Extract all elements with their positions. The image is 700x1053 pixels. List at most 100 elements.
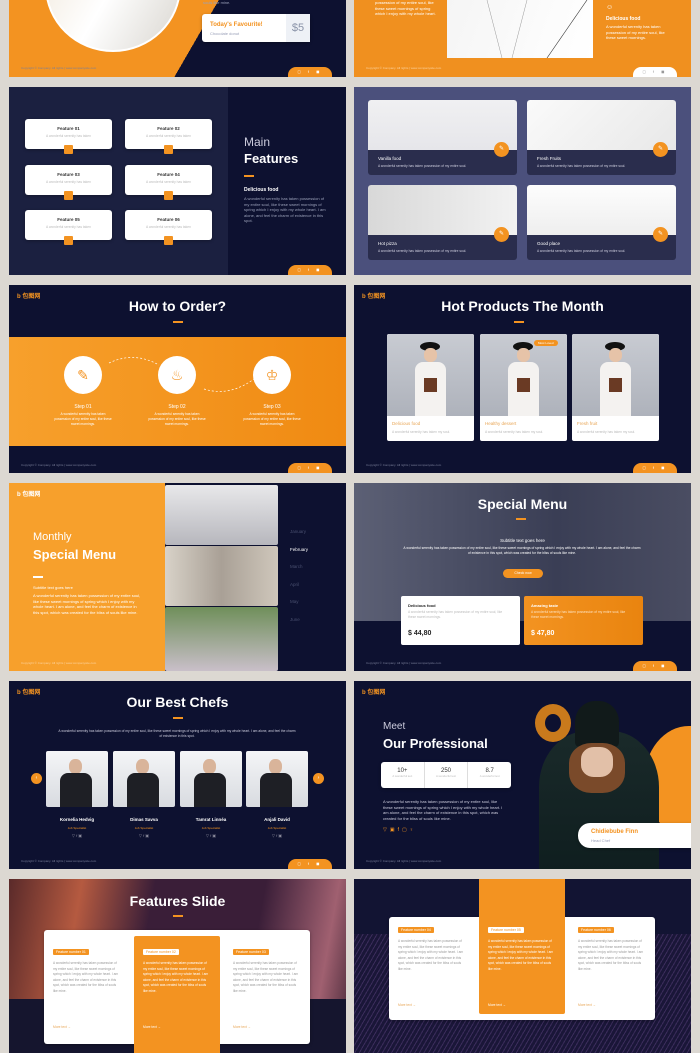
chef-photo[interactable] (113, 751, 175, 807)
slide-features-2[interactable]: Feature number 04 A wonderful serenity h… (354, 879, 691, 1053)
stat-item: 10+ A wonderful text (381, 762, 424, 788)
check-now-button[interactable]: Check now (503, 569, 543, 578)
chef-social-icons[interactable]: ▽ f ▣ (108, 833, 180, 838)
month-item[interactable]: April (290, 582, 299, 587)
person-role: Head Chef (591, 838, 611, 843)
body-text: A wonderful serenity has taken possessio… (403, 546, 641, 555)
feature-card[interactable]: Feature 01 A wonderful serenity has take… (25, 119, 112, 154)
slide-how-to-order[interactable]: b 包图网 How to Order? ✎ Step 01 A wonderfu… (9, 285, 346, 473)
card-subtitle: Chocolate donut (210, 31, 240, 36)
social-icons[interactable]: ▽▣f▢♀ (383, 827, 416, 833)
step-text: A wonderful serenity has taken possessio… (243, 412, 301, 426)
feature-card[interactable]: Feature 04 A wonderful serenity has take… (125, 165, 212, 200)
prev-arrow-button[interactable]: ‹ (31, 773, 42, 784)
chef-photo[interactable] (180, 751, 242, 807)
slide-features[interactable]: Features Slide Feature number 01 A wonde… (9, 879, 346, 1053)
price: $5 (286, 14, 310, 42)
feature-text: A wonderful serenity has taken possessio… (578, 939, 644, 971)
social-tab[interactable]: ◻ f ◼ (633, 661, 677, 671)
social-tab[interactable]: ◻ f ◼ (288, 265, 332, 275)
slide-title: How to Order? (128, 298, 227, 314)
product-card[interactable]: Healthy dessert A wonderful serenity has… (480, 334, 567, 441)
feature-label: Feature number 01 (53, 949, 89, 955)
month-item[interactable]: March (290, 564, 303, 569)
food-card[interactable]: Vanilla food A wonderful serenity has ta… (368, 100, 517, 175)
feature-label: Feature number 04 (398, 927, 434, 933)
slide-hot-products[interactable]: b 包图网 Hot Products The Month Delicious f… (354, 285, 691, 473)
subtitle: Subtitle text goes here (500, 538, 545, 543)
product-card[interactable]: Delicious food A wonderful serenity has … (387, 334, 474, 441)
menu-card[interactable]: Delicious food A wonderful serenity has … (401, 596, 520, 645)
feature-arrow-icon (164, 191, 173, 200)
food-icon[interactable]: ✎ (494, 142, 509, 157)
month-item[interactable]: February (290, 547, 308, 552)
more-text-link[interactable]: More text → (398, 1003, 416, 1007)
more-text-link[interactable]: More text → (143, 1025, 161, 1029)
social-tab[interactable]: ◻ f ◼ (288, 859, 332, 869)
slide-foods[interactable]: Vanilla food A wonderful serenity has ta… (354, 87, 691, 275)
heading-bold: Special Menu (33, 547, 117, 562)
more-text-label: More text (53, 1025, 67, 1029)
feature-card[interactable]: Feature 02 A wonderful serenity has take… (125, 119, 212, 154)
product-photo (387, 334, 474, 416)
body-text: A wonderful serenity has taken possessio… (383, 799, 503, 821)
more-text-link[interactable]: More text → (488, 1003, 506, 1007)
more-text-link[interactable]: More text → (233, 1025, 251, 1029)
food-card[interactable]: Good place A wonderful serenity has take… (527, 185, 676, 260)
month-item[interactable]: June (290, 617, 300, 622)
more-text-link[interactable]: More text → (578, 1003, 596, 1007)
menu-card-title: Delicious food (408, 603, 436, 608)
feature-card[interactable]: Feature 06 A wonderful serenity has take… (125, 210, 212, 245)
food-icon[interactable]: ✎ (494, 227, 509, 242)
street-photo (165, 607, 278, 671)
social-tab[interactable]: ◻ f ◼ (288, 67, 332, 77)
social-tab[interactable]: ◻ f ◼ (633, 67, 677, 77)
chef-photo[interactable] (46, 751, 108, 807)
body-text: souls like mine. (203, 0, 231, 5)
feature-label: Feature number 05 (488, 927, 524, 933)
chef-photo[interactable] (246, 751, 308, 807)
food-icon[interactable]: ✎ (653, 227, 668, 242)
feature-title: Feature 01 (57, 126, 80, 131)
feature-card[interactable]: Feature 03 A wonderful serenity has take… (25, 165, 112, 200)
social-tab[interactable]: ◻ f ◼ (288, 463, 332, 473)
heading-light: Monthly (33, 531, 72, 543)
slide-monthly-menu[interactable]: b 包图网 Monthly Special Menu Subtitle text… (9, 483, 346, 671)
stats-card: 10+ A wonderful text 250 A wonderful text 8.… (381, 762, 511, 788)
feature-text: A wonderful serenity has taken possessio… (398, 939, 464, 971)
slide-chefs[interactable]: b 包图网 Our Best Chefs A wonderful serenit… (9, 681, 346, 869)
feature-title: Feature 06 (157, 217, 180, 222)
feature-title: Feature 04 (157, 172, 180, 177)
feature-title: Feature 02 (157, 126, 180, 131)
month-item[interactable]: January (290, 529, 306, 534)
slide-professional[interactable]: b 包图网 Meet Our Professional 10+ A wonderf… (354, 681, 691, 869)
feature-label: Feature number 06 (578, 927, 614, 933)
slide-favourite[interactable]: souls like mine. Today's Favourite! Choc… (9, 0, 346, 77)
next-arrow-button[interactable]: › (313, 773, 324, 784)
more-text-label: More text (488, 1003, 502, 1007)
slide-special-menu[interactable]: Special Menu Subtitle text goes here A w… (354, 483, 691, 671)
more-text-link[interactable]: More text → (53, 1025, 71, 1029)
chef-social-icons[interactable]: ▽ f ▣ (41, 833, 113, 838)
copyright: Copyright © Company. All rights | www.co… (21, 66, 97, 70)
menu-card[interactable]: Amazing taste A wonderful serenity has t… (524, 596, 643, 645)
food-card[interactable]: Fresh Fruits A wonderful serenity has ta… (527, 100, 676, 175)
product-card[interactable]: Fresh fruit A wonderful serenity has tak… (572, 334, 659, 441)
social-tab[interactable]: ◻ f ◼ (633, 463, 677, 473)
step-text: A wonderful serenity has taken possessio… (148, 412, 206, 426)
person-name: Chidiebube Finn (591, 829, 638, 835)
slide-main-features[interactable]: Feature 01 A wonderful serenity has take… (9, 87, 346, 275)
step-icon: ✎ (64, 356, 102, 394)
chef-social-icons[interactable]: ▽ f ▣ (241, 833, 313, 838)
feature-card[interactable]: Feature 05 A wonderful serenity has take… (25, 210, 112, 245)
heading-bold: Features (244, 151, 299, 166)
more-text-label: More text (398, 1003, 412, 1007)
feature-text: A wonderful serenity has taken possessio… (233, 961, 299, 993)
chef-social-icons[interactable]: ▽ f ▣ (175, 833, 247, 838)
chef-name: Kornelia Hedvig (59, 817, 95, 822)
month-item[interactable]: May (290, 599, 299, 604)
copyright: Copyright © Company. All rights | www.co… (366, 66, 442, 70)
food-icon[interactable]: ✎ (653, 142, 668, 157)
food-card[interactable]: Hot pizza A wonderful serenity has taken… (368, 185, 517, 260)
slide-delicious[interactable]: possession of my entire soul, like these… (354, 0, 691, 77)
